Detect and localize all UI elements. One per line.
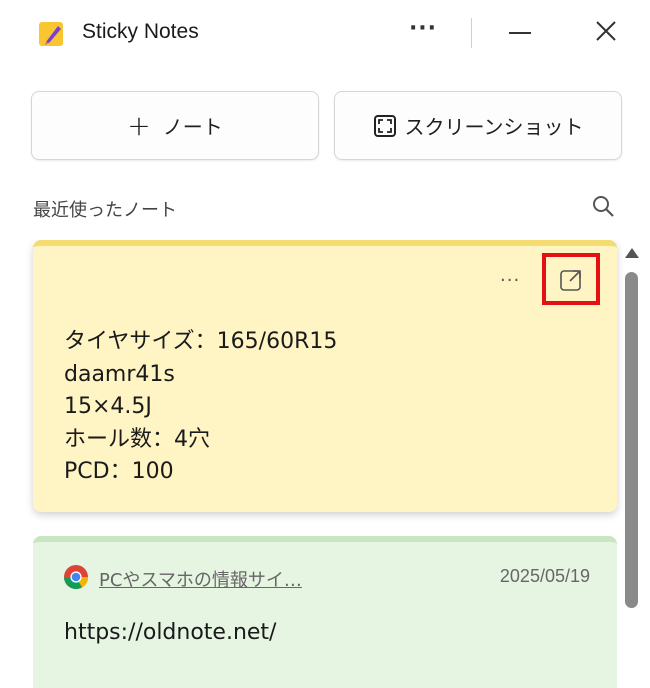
note-card-green[interactable]: PCやスマホの情報サイ… 2025/05/19 https://oldnote.… <box>33 536 617 688</box>
note-body-url: https://oldnote.net/ <box>64 620 277 645</box>
sticky-notes-app-icon <box>39 22 63 46</box>
note-body: タイヤサイズ：165/60R15 daamr41s 15×4.5J ホール数：4… <box>64 326 337 489</box>
scrollbar[interactable] <box>622 240 642 688</box>
minimize-button[interactable] <box>500 14 540 50</box>
screenshot-button[interactable]: スクリーンショット <box>334 91 622 160</box>
recent-notes-header: 最近使ったノート <box>33 200 177 221</box>
new-note-label: ノート <box>162 115 223 139</box>
title-bar: Sticky Notes ··· <box>0 0 650 68</box>
screenshot-label: スクリーンショット <box>404 115 584 139</box>
note-line: daamr41s <box>64 361 175 387</box>
note-more-button[interactable]: ··· <box>500 270 520 291</box>
new-note-button[interactable]: + ノート <box>31 91 319 160</box>
note-line: ホール数：4穴 <box>64 426 210 452</box>
app-title: Sticky Notes <box>82 20 199 43</box>
plus-icon: + <box>127 108 151 142</box>
close-icon <box>596 21 616 41</box>
more-options-button[interactable]: ··· <box>404 14 442 50</box>
scroll-up-arrow-icon[interactable] <box>625 248 639 258</box>
link-title[interactable]: PCやスマホの情報サイ… <box>99 566 302 592</box>
scroll-thumb[interactable] <box>625 272 638 608</box>
notes-list[interactable]: ··· タイヤサイズ：165/60R15 daamr41s 15×4.5J ホー… <box>0 240 650 688</box>
close-button[interactable] <box>586 14 626 50</box>
search-icon[interactable] <box>590 193 616 219</box>
note-line: タイヤサイズ：165/60R15 <box>64 329 338 354</box>
note-date: 2025/05/19 <box>499 566 590 586</box>
note-card-yellow[interactable]: ··· タイヤサイズ：165/60R15 daamr41s 15×4.5J ホー… <box>33 240 617 512</box>
open-in-window-icon <box>560 270 581 291</box>
note-line: PCD：100 <box>64 459 174 484</box>
open-note-button[interactable] <box>542 253 600 305</box>
title-divider <box>471 18 472 48</box>
note-line: 15×4.5J <box>64 394 152 419</box>
screenshot-icon <box>373 114 396 137</box>
chrome-icon <box>63 565 88 590</box>
